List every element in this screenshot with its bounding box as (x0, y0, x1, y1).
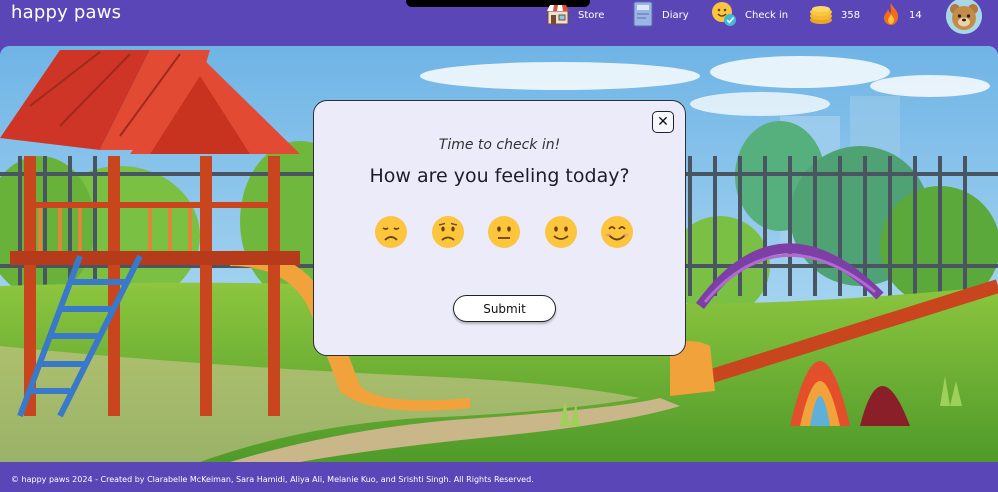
fire-icon (881, 2, 901, 29)
footer-copyright: © happy paws 2024 - Created by Clarabell… (11, 475, 534, 484)
streak-counter: 14 (881, 0, 922, 30)
modal-question: How are you feeling today? (369, 165, 630, 187)
mood-happy-icon[interactable] (544, 215, 578, 249)
nav-store[interactable]: Store (546, 0, 604, 30)
user-avatar[interactable] (946, 0, 982, 34)
submit-button[interactable]: Submit (453, 295, 556, 322)
bear-avatar-icon (946, 0, 982, 34)
top-nav-bar: happy paws Store Diary Check in 358 14 (0, 0, 998, 42)
mood-very-sad-icon[interactable] (374, 215, 408, 249)
coin-count: 358 (841, 9, 861, 21)
store-icon (546, 3, 570, 28)
modal-subtitle: Time to check in! (438, 137, 561, 153)
nav-diary[interactable]: Diary (632, 0, 689, 30)
mood-very-happy-icon[interactable] (600, 215, 634, 249)
close-button[interactable]: ✕ (652, 111, 674, 133)
streak-count: 14 (909, 9, 922, 21)
mood-neutral-icon[interactable] (487, 215, 521, 249)
close-icon: ✕ (657, 114, 669, 130)
coin-balance: 358 (809, 0, 860, 30)
footer: © happy paws 2024 - Created by Clarabell… (0, 462, 998, 492)
nav-diary-label: Diary (662, 9, 689, 21)
nav-check-in-label: Check in (745, 9, 789, 21)
mood-check-in-modal: ✕ Time to check in! How are you feeling … (313, 100, 686, 356)
check-in-icon (711, 1, 737, 30)
nav-store-label: Store (578, 9, 605, 21)
brand-logo-text[interactable]: happy paws (11, 2, 121, 23)
mood-sad-icon[interactable] (431, 215, 465, 249)
diary-icon (632, 1, 654, 30)
mood-options (374, 215, 634, 249)
nav-check-in[interactable]: Check in (711, 0, 788, 30)
coins-icon (809, 3, 833, 28)
